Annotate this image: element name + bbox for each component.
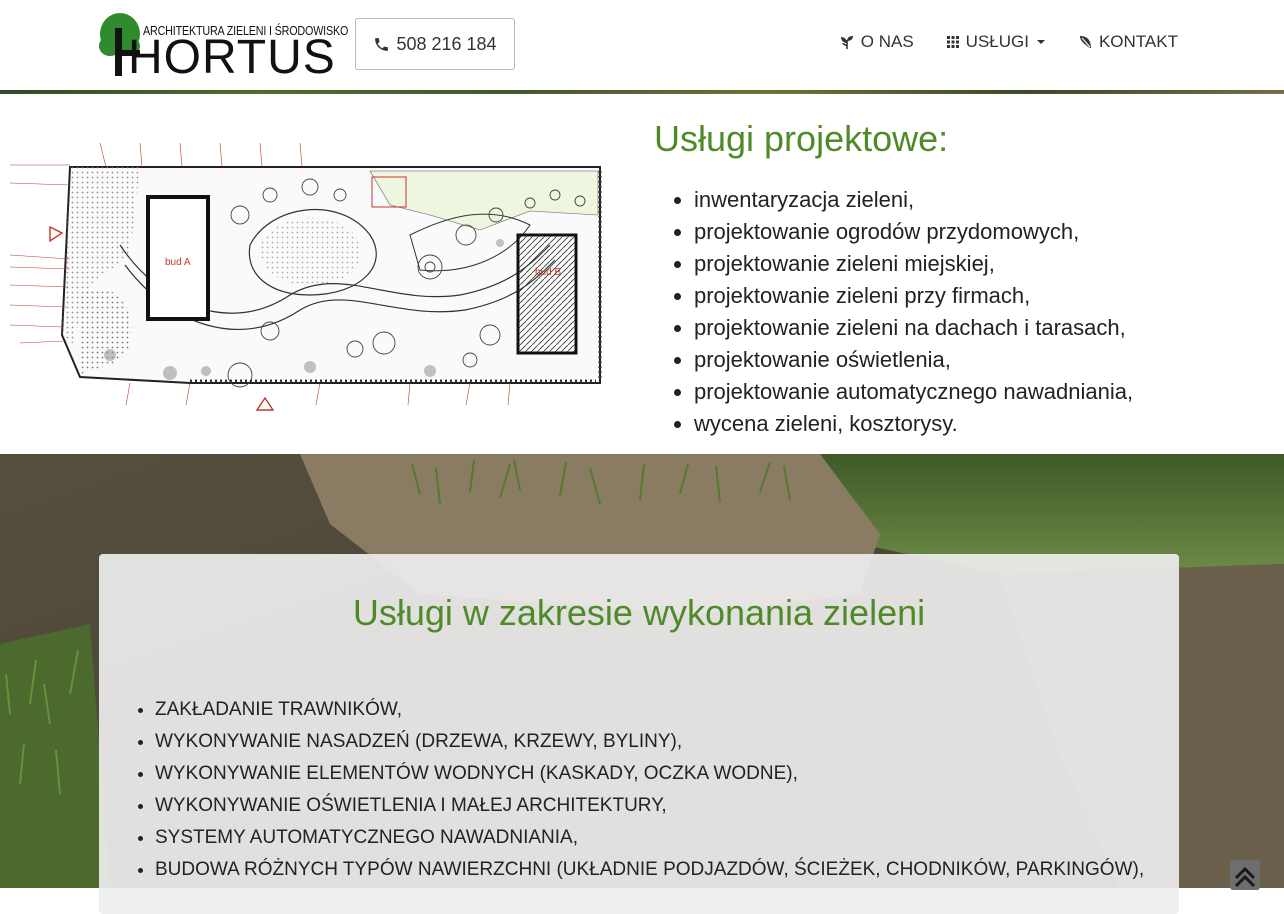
list-item: WYKONYWANIE NASADZEŃ (DRZEWA, KRZEWY, BY… [155, 726, 1144, 758]
list-item: ZAKŁADANIE TRAWNIKÓW, [155, 694, 1144, 726]
project-services-list: inwentaryzacja zieleni, projektowanie og… [654, 184, 1133, 440]
list-item: WYKONYWANIE OŚWIETLENIA I MAŁEJ ARCHITEK… [155, 790, 1144, 822]
leaf-icon [1079, 36, 1091, 48]
garden-plan-image: bud A bud B [9, 135, 606, 411]
list-item: inwentaryzacja zieleni, [694, 184, 1133, 216]
nav-label-o-nas: O NAS [860, 32, 914, 51]
grid-icon [946, 36, 959, 48]
chevron-down-icon [1036, 40, 1045, 44]
svg-text:bud B: bud B [535, 267, 561, 278]
nav-label-kontakt: KONTAKT [1098, 32, 1178, 51]
svg-text:bud A: bud A [165, 257, 191, 268]
plant-icon [840, 36, 853, 49]
list-item: WYKONYWANIE ELEMENTÓW WODNYCH (KASKADY, … [155, 758, 1144, 790]
phone-icon [375, 37, 389, 51]
phone-number: 508 216 184 [396, 33, 497, 54]
list-item: projektowanie automatycznego nawadniania… [694, 376, 1133, 408]
execution-services-title: Usługi w zakresie wykonania zieleni [352, 592, 926, 633]
logo-wordmark: HORTUS [128, 31, 336, 84]
chevron-up-icon [1234, 866, 1256, 888]
nav-item-uslugi[interactable]: USŁUGI [946, 32, 1045, 52]
list-item: BUDOWA RÓŻNYCH TYPÓW NAWIERZCHNI (UKŁADN… [155, 854, 1144, 886]
scroll-to-top-button[interactable] [1230, 860, 1260, 890]
nav-label-uslugi: USŁUGI [965, 32, 1029, 51]
execution-services-list: ZAKŁADANIE TRAWNIKÓW, WYKONYWANIE NASADZ… [115, 694, 1144, 886]
list-item: projektowanie zieleni przy firmach, [694, 280, 1133, 312]
phone-button[interactable]: 508 216 184 [355, 18, 515, 70]
execution-services-panel: Usługi w zakresie wykonania zieleni ZAKŁ… [99, 554, 1179, 914]
nav-item-kontakt[interactable]: KONTAKT [1077, 32, 1178, 52]
list-item: projektowanie zieleni na dachach i taras… [694, 312, 1133, 344]
list-item: projektowanie oświetlenia, [694, 344, 1133, 376]
navbar: ARCHITEKTURA ZIELENI I ŚRODOWISKO HORTUS… [0, 0, 1284, 90]
logo[interactable]: ARCHITEKTURA ZIELENI I ŚRODOWISKO HORTUS [98, 10, 348, 84]
list-item: SYSTEMY AUTOMATYCZNEGO NAWADNIANIA, [155, 822, 1144, 854]
list-item: wycena zieleni, kosztorysy. [694, 408, 1133, 440]
list-item: projektowanie ogrodów przydomowych, [694, 216, 1133, 248]
project-services-title: Usługi projektowe: [654, 118, 949, 159]
list-item: projektowanie zieleni miejskiej, [694, 248, 1133, 280]
main-nav: O NAS USŁUGI KONTAKT [839, 32, 1178, 52]
nav-item-o-nas[interactable]: O NAS [839, 32, 914, 52]
